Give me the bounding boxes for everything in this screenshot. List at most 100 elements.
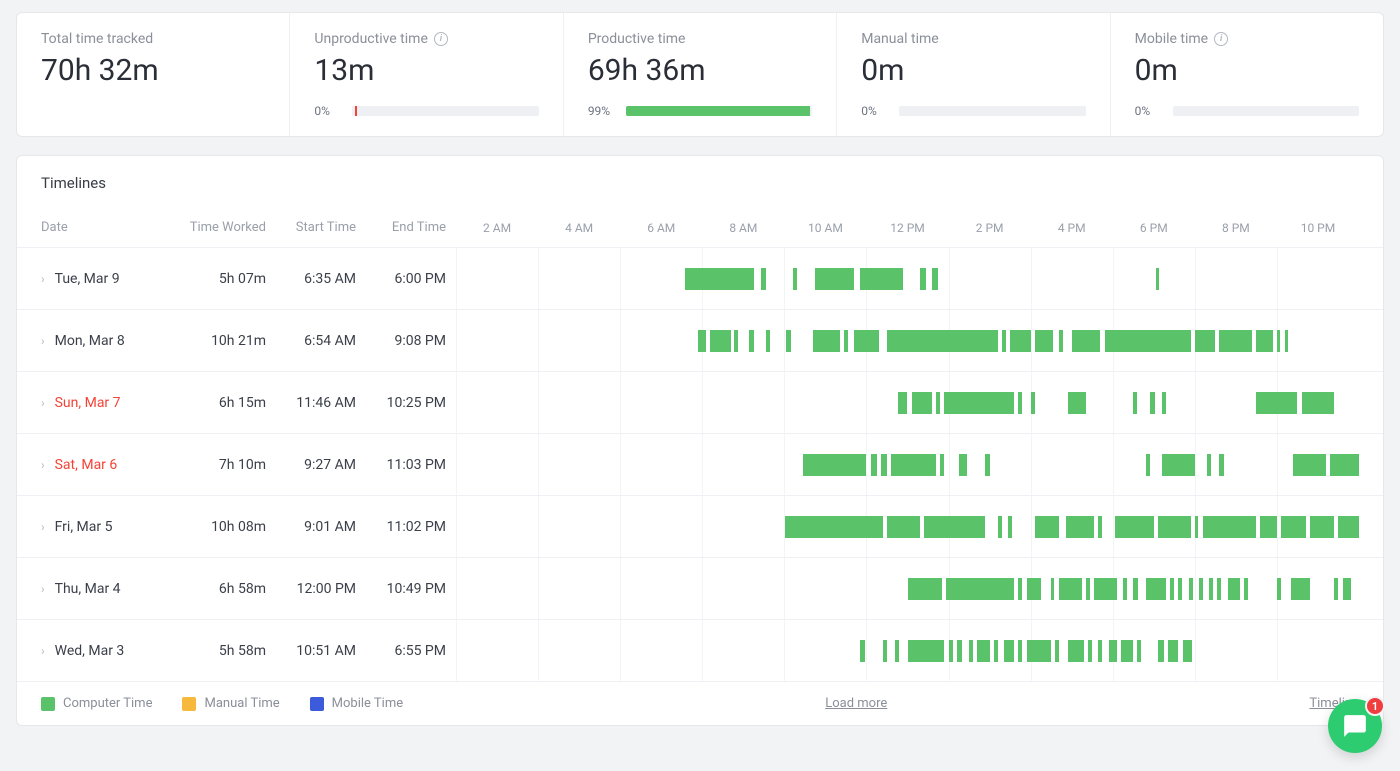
timeline-row[interactable]: › Fri, Mar 5 10h 08m 9:01 AM 11:02 PM bbox=[17, 495, 1383, 557]
timeline-tick: 12 PM bbox=[866, 221, 948, 235]
chevron-right-icon[interactable]: › bbox=[41, 458, 45, 472]
row-segments bbox=[456, 392, 1359, 414]
legend-swatch bbox=[182, 697, 196, 711]
row-end-time: 10:25 PM bbox=[366, 395, 456, 411]
stat-1: Unproductive time i 13m 0% bbox=[289, 13, 562, 136]
timeline-tick: 8 AM bbox=[702, 221, 784, 235]
legend-label: Computer Time bbox=[63, 696, 152, 711]
timeline-tick: 6 PM bbox=[1113, 221, 1195, 235]
chevron-right-icon[interactable]: › bbox=[41, 272, 45, 286]
timeline-header: Date Time Worked Start Time End Time 2 A… bbox=[17, 210, 1383, 247]
row-start-time: 11:46 AM bbox=[276, 395, 366, 411]
stat-bar-row: 0% bbox=[314, 104, 538, 118]
stat-value: 69h 36m bbox=[588, 53, 812, 104]
row-start-time: 12:00 PM bbox=[276, 581, 366, 597]
stat-4: Mobile time i 0m 0% bbox=[1110, 13, 1383, 136]
col-date-header: Date bbox=[41, 220, 176, 235]
row-end-time: 6:00 PM bbox=[366, 271, 456, 287]
row-date: Tue, Mar 9 bbox=[55, 271, 120, 287]
chat-launcher[interactable]: 1 bbox=[1328, 699, 1382, 753]
stat-label: Productive time bbox=[588, 31, 812, 47]
row-time-worked: 5h 58m bbox=[176, 643, 276, 659]
stat-value: 0m bbox=[1135, 53, 1359, 104]
row-timeline-chart bbox=[456, 372, 1359, 433]
row-time-worked: 10h 08m bbox=[176, 519, 276, 535]
row-date: Sat, Mar 6 bbox=[55, 457, 118, 473]
stat-bar bbox=[352, 106, 538, 116]
timeline-tick: 2 PM bbox=[949, 221, 1031, 235]
legend-label: Manual Time bbox=[204, 696, 279, 711]
stat-bar-row: 0% bbox=[861, 104, 1085, 118]
row-segments bbox=[456, 578, 1359, 600]
row-timeline-chart bbox=[456, 434, 1359, 495]
row-start-time: 9:27 AM bbox=[276, 457, 366, 473]
stat-value: 13m bbox=[314, 53, 538, 104]
timeline-row[interactable]: › Wed, Mar 3 5h 58m 10:51 AM 6:55 PM bbox=[17, 619, 1383, 681]
stat-bar-row: 0% bbox=[1135, 104, 1359, 118]
timeline-row[interactable]: › Sat, Mar 6 7h 10m 9:27 AM 11:03 PM bbox=[17, 433, 1383, 495]
row-time-worked: 5h 07m bbox=[176, 271, 276, 287]
row-timeline-chart bbox=[456, 310, 1359, 371]
legend-label: Mobile Time bbox=[332, 696, 403, 711]
stat-pct: 0% bbox=[314, 104, 342, 118]
chevron-right-icon[interactable]: › bbox=[41, 644, 45, 658]
timeline-row[interactable]: › Sun, Mar 7 6h 15m 11:46 AM 10:25 PM bbox=[17, 371, 1383, 433]
stat-label: Total time tracked bbox=[41, 31, 265, 47]
chevron-right-icon[interactable]: › bbox=[41, 396, 45, 410]
stat-2: Productive time 69h 36m 99% bbox=[563, 13, 836, 136]
row-start-time: 9:01 AM bbox=[276, 519, 366, 535]
chevron-right-icon[interactable]: › bbox=[41, 520, 45, 534]
timeline-row[interactable]: › Tue, Mar 9 5h 07m 6:35 AM 6:00 PM bbox=[17, 247, 1383, 309]
legend-item: Computer Time bbox=[41, 696, 152, 711]
row-segments bbox=[456, 268, 1359, 290]
stat-label: Mobile time i bbox=[1135, 31, 1359, 47]
row-end-time: 11:02 PM bbox=[366, 519, 456, 535]
info-icon[interactable]: i bbox=[434, 32, 448, 46]
row-date: Fri, Mar 5 bbox=[55, 519, 113, 535]
timelines-card: Timelines Date Time Worked Start Time En… bbox=[16, 155, 1384, 726]
timelines-title: Timelines bbox=[17, 174, 1383, 192]
row-date: Wed, Mar 3 bbox=[55, 643, 125, 659]
stat-pct: 0% bbox=[861, 104, 889, 118]
row-time-worked: 6h 15m bbox=[176, 395, 276, 411]
row-end-time: 11:03 PM bbox=[366, 457, 456, 473]
timeline-tick: 6 AM bbox=[620, 221, 702, 235]
stat-pct: 99% bbox=[588, 104, 616, 118]
row-timeline-chart bbox=[456, 620, 1359, 681]
row-date: Sun, Mar 7 bbox=[55, 395, 121, 411]
legend-swatch bbox=[310, 697, 324, 711]
row-segments bbox=[456, 516, 1359, 538]
stat-label: Manual time bbox=[861, 31, 1085, 47]
row-segments bbox=[456, 330, 1359, 352]
row-start-time: 6:35 AM bbox=[276, 271, 366, 287]
legend-item: Manual Time bbox=[182, 696, 279, 711]
row-segments bbox=[456, 454, 1359, 476]
row-start-time: 10:51 AM bbox=[276, 643, 366, 659]
row-end-time: 10:49 PM bbox=[366, 581, 456, 597]
stat-value: 0m bbox=[861, 53, 1085, 104]
chevron-right-icon[interactable]: › bbox=[41, 334, 45, 348]
timelines-footer: Computer Time Manual Time Mobile Time Load… bbox=[17, 681, 1383, 711]
timeline-tick: 4 PM bbox=[1031, 221, 1113, 235]
row-timeline-chart bbox=[456, 496, 1359, 557]
row-date: Mon, Mar 8 bbox=[55, 333, 125, 349]
row-start-time: 6:54 AM bbox=[276, 333, 366, 349]
stat-bar bbox=[626, 106, 812, 116]
row-time-worked: 6h 58m bbox=[176, 581, 276, 597]
timeline-row[interactable]: › Thu, Mar 4 6h 58m 12:00 PM 10:49 PM bbox=[17, 557, 1383, 619]
chevron-right-icon[interactable]: › bbox=[41, 582, 45, 596]
row-segments bbox=[456, 640, 1359, 662]
stats-card: Total time tracked 70h 32m Unproductive … bbox=[16, 12, 1384, 137]
stat-value: 70h 32m bbox=[41, 53, 265, 104]
col-time-worked-header: Time Worked bbox=[176, 220, 276, 235]
chat-icon bbox=[1342, 713, 1368, 739]
row-timeline-chart bbox=[456, 248, 1359, 309]
timeline-tick: 10 AM bbox=[784, 221, 866, 235]
info-icon[interactable]: i bbox=[1214, 32, 1228, 46]
stat-bar-row: 99% bbox=[588, 104, 812, 118]
chat-badge: 1 bbox=[1365, 696, 1385, 716]
stat-label: Unproductive time i bbox=[314, 31, 538, 47]
load-more-link[interactable]: Load more bbox=[825, 696, 887, 711]
timeline-tick: 4 AM bbox=[538, 221, 620, 235]
timeline-row[interactable]: › Mon, Mar 8 10h 21m 6:54 AM 9:08 PM bbox=[17, 309, 1383, 371]
